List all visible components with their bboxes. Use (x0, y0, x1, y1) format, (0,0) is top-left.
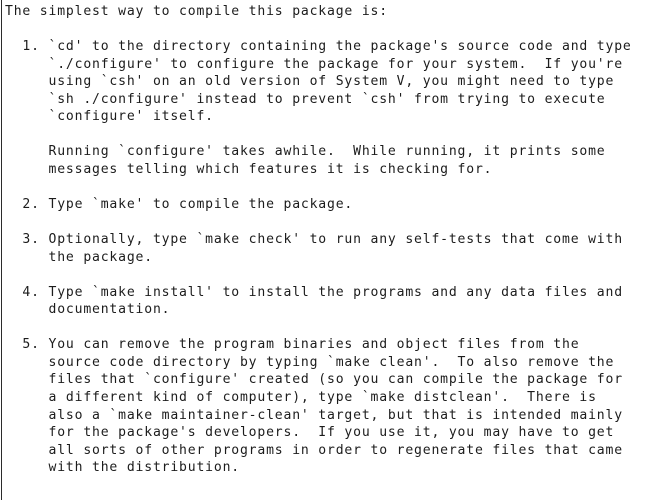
left-border-rule (1, 0, 2, 500)
document-text-content: The simplest way to compile this package… (5, 4, 632, 476)
document-view: The simplest way to compile this package… (0, 0, 663, 500)
